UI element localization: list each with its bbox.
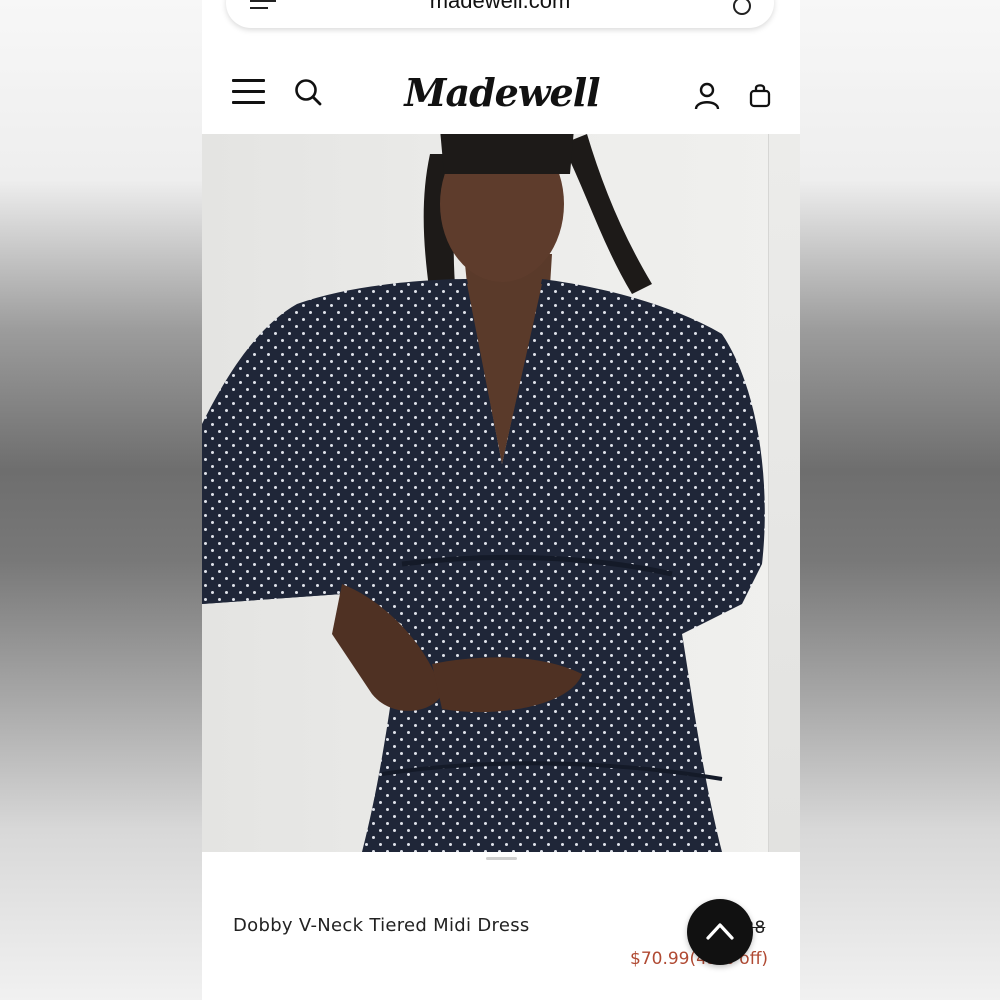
chevron-up-icon: [706, 923, 734, 940]
screenshot-backdrop: madewell.com Madewell Dobby V-Neck Tiere…: [0, 0, 1000, 1000]
product-photo-illustration: [202, 134, 765, 852]
back-to-top-button[interactable]: [687, 899, 753, 965]
next-image-peek[interactable]: [768, 134, 800, 852]
account-icon[interactable]: [694, 82, 720, 110]
reload-icon[interactable]: [732, 0, 752, 16]
shopping-bag-icon[interactable]: [749, 82, 771, 108]
sale-price: $70.99: [630, 949, 690, 969]
url-text[interactable]: madewell.com: [226, 0, 774, 14]
product-image[interactable]: [202, 134, 800, 852]
phone-screen: madewell.com Madewell Dobby V-Neck Tiere…: [202, 0, 800, 1000]
brand-logo[interactable]: Madewell: [402, 70, 602, 115]
search-icon[interactable]: [294, 78, 322, 106]
sheet-drag-handle[interactable]: [486, 857, 517, 860]
menu-icon[interactable]: [232, 79, 265, 107]
site-header: Madewell: [202, 52, 800, 134]
browser-url-bar[interactable]: madewell.com: [226, 0, 774, 28]
product-name: Dobby V-Neck Tiered Midi Dress: [233, 915, 530, 936]
